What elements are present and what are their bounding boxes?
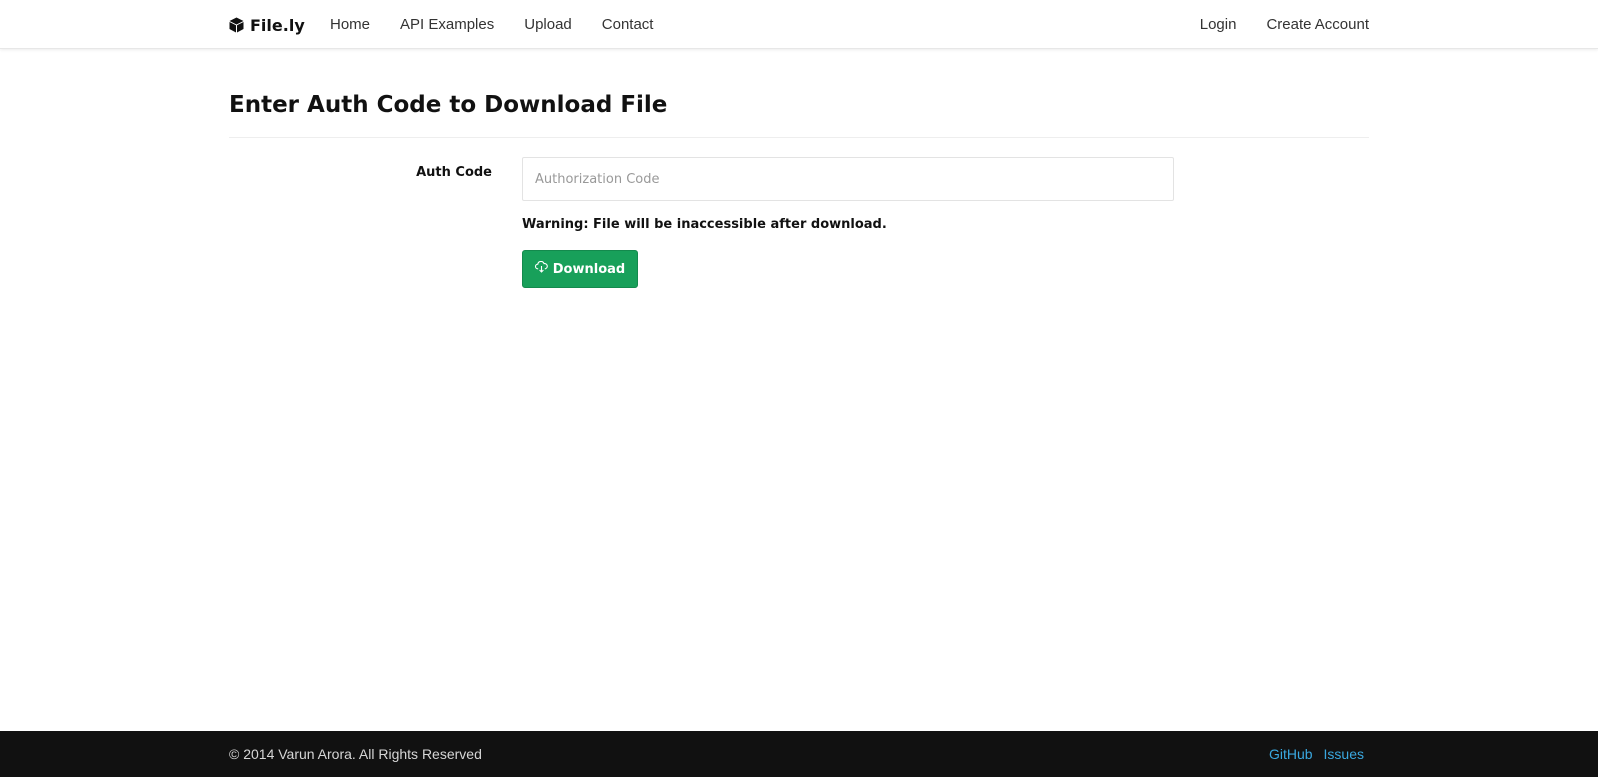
- brand-logo[interactable]: File.ly: [229, 15, 305, 35]
- auth-code-label: Auth Code: [416, 165, 492, 180]
- download-warning: Warning: File will be inaccessible after…: [522, 217, 887, 232]
- footer-github-link[interactable]: GitHub: [1269, 746, 1313, 762]
- nav-api-examples[interactable]: API Examples: [400, 16, 494, 33]
- title-divider: [229, 137, 1369, 138]
- nav-create-account[interactable]: Create Account: [1266, 16, 1369, 33]
- footer-issues-link[interactable]: Issues: [1324, 746, 1364, 762]
- top-navbar: File.ly Home API Examples Upload Contact…: [0, 0, 1598, 49]
- footer: © 2014 Varun Arora. All Rights Reserved …: [0, 731, 1598, 777]
- download-button[interactable]: Download: [522, 250, 638, 288]
- copyright-text: © 2014 Varun Arora. All Rights Reserved: [229, 746, 482, 762]
- main-nav: Home API Examples Upload Contact: [330, 16, 653, 33]
- auth-code-input[interactable]: [522, 157, 1174, 201]
- cube-icon: [229, 17, 244, 33]
- nav-upload[interactable]: Upload: [524, 16, 572, 33]
- nav-contact[interactable]: Contact: [602, 16, 654, 33]
- nav-home[interactable]: Home: [330, 16, 370, 33]
- download-button-label: Download: [552, 261, 626, 277]
- account-nav: Login Create Account: [1200, 16, 1369, 33]
- brand-name: File.ly: [250, 15, 305, 35]
- nav-login[interactable]: Login: [1200, 16, 1237, 33]
- page-title: Enter Auth Code to Download File: [229, 92, 668, 118]
- cloud-download-icon: [534, 260, 548, 277]
- footer-links: GitHub Issues: [1269, 746, 1364, 762]
